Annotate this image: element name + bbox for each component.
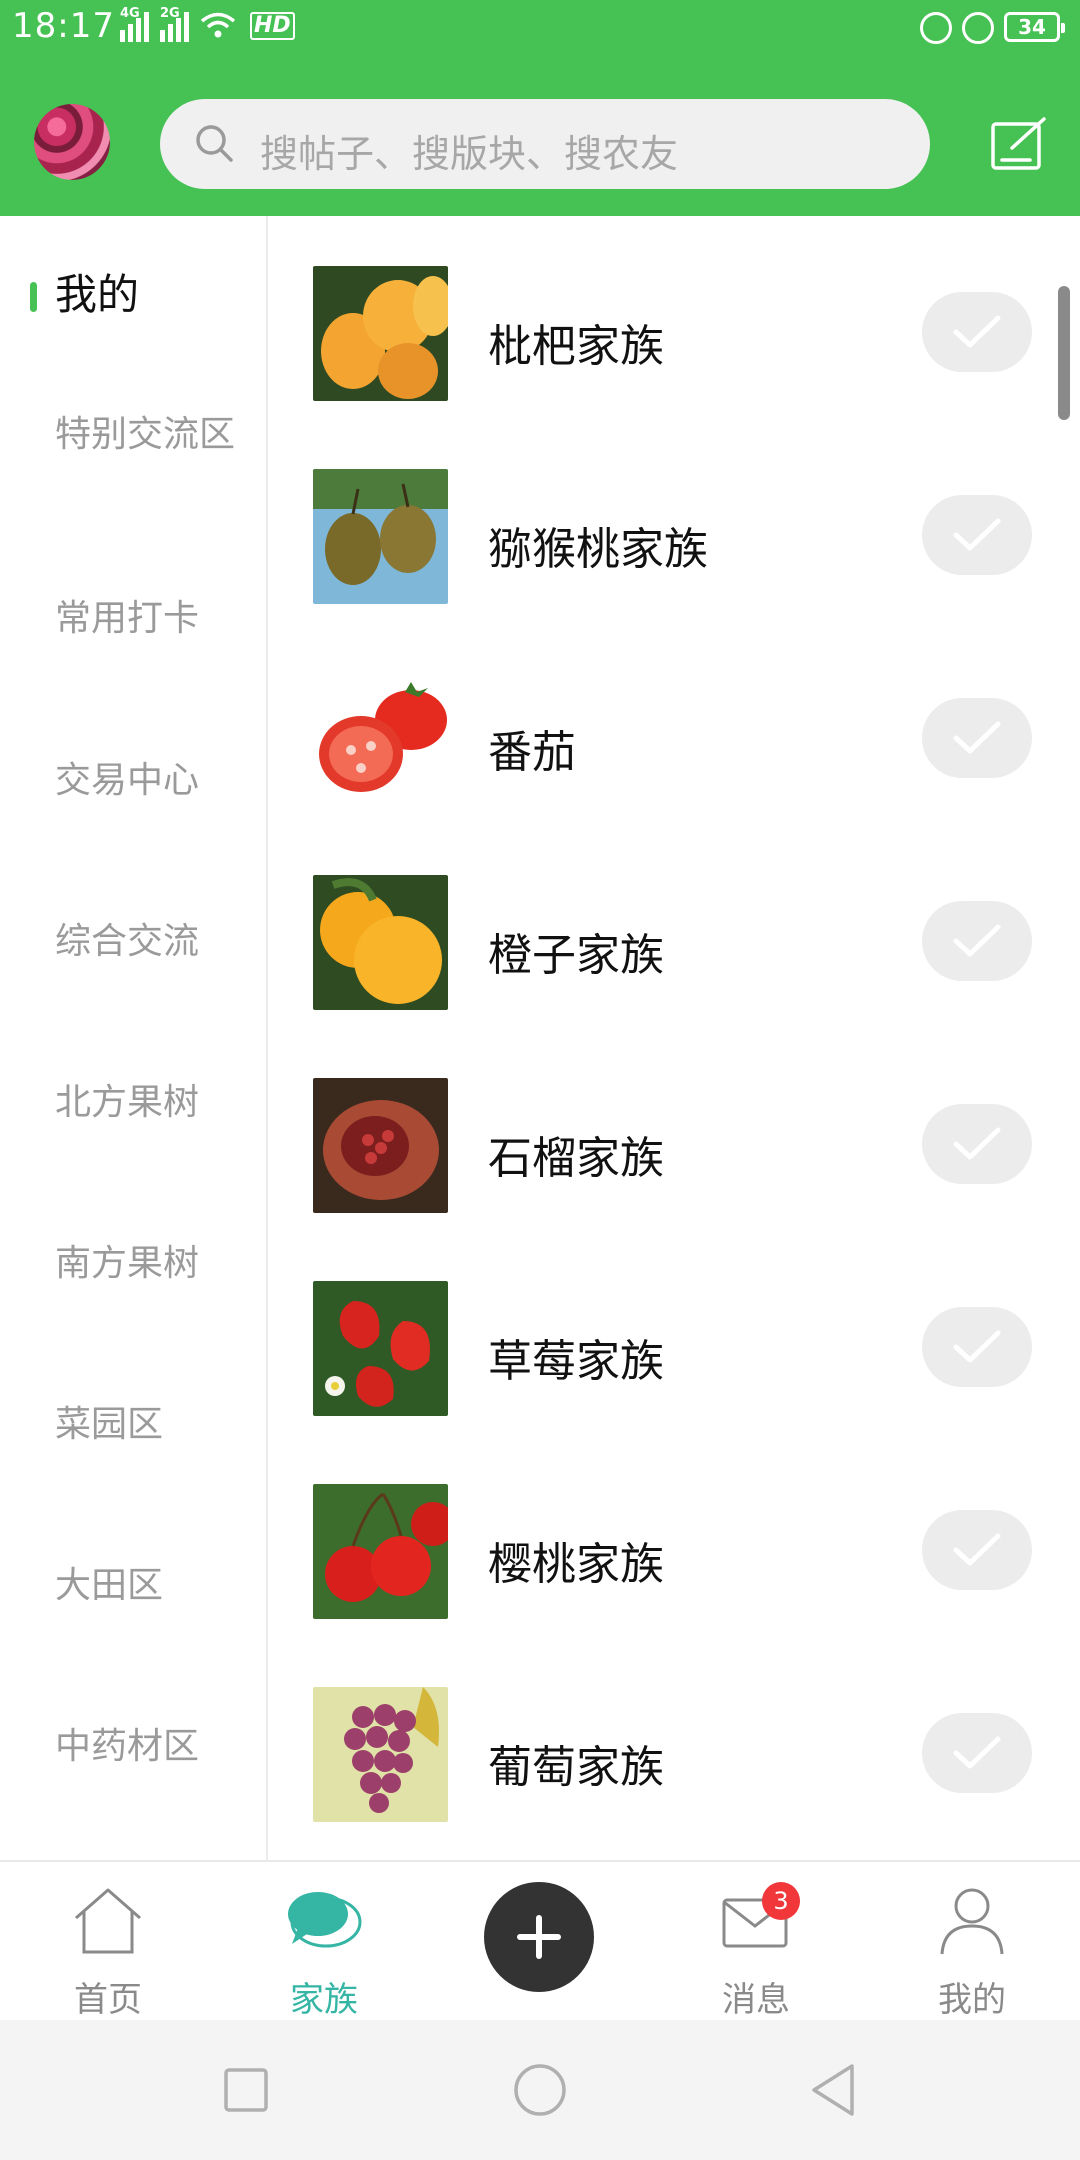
checkmark-icon [953, 315, 1001, 348]
orange-image [313, 875, 448, 1010]
follow-toggle[interactable] [922, 1104, 1032, 1184]
checkmark-icon [953, 721, 1001, 754]
category-item-special[interactable]: 特别交流区 [55, 412, 245, 458]
home-icon [75, 1888, 141, 1954]
nav-home[interactable]: 首页 [28, 1862, 188, 2022]
home-circle-icon[interactable] [510, 2060, 570, 2120]
lock-rotation-icon [920, 12, 952, 44]
signal-icon-2 [160, 10, 189, 42]
family-row[interactable]: 草莓家族 [270, 1281, 1070, 1484]
category-item-general[interactable]: 综合交流 [55, 919, 245, 965]
back-icon[interactable] [804, 2060, 864, 2120]
follow-toggle[interactable] [922, 901, 1032, 981]
family-name: 石榴家族 [488, 1133, 664, 1184]
category-item-mine[interactable]: 我的 [55, 272, 245, 318]
family-row[interactable]: 番茄 [270, 672, 1070, 875]
alarm-icon [962, 12, 994, 44]
checkmark-icon [953, 1127, 1001, 1160]
family-row[interactable]: 猕猴桃家族 [270, 469, 1070, 672]
cherry-image [313, 1484, 448, 1619]
family-name: 樱桃家族 [488, 1539, 664, 1590]
messages-badge: 3 [762, 1882, 800, 1920]
loquat-image [313, 266, 448, 401]
follow-toggle[interactable] [922, 1510, 1032, 1590]
family-row[interactable]: 樱桃家族 [270, 1484, 1070, 1687]
checkmark-icon [953, 1736, 1001, 1769]
family-name: 猕猴桃家族 [488, 524, 708, 575]
follow-toggle[interactable] [922, 495, 1032, 575]
nav-messages-label: 消息 [722, 1980, 790, 2020]
system-nav-bar [0, 2020, 1080, 2160]
active-category-indicator [30, 282, 37, 312]
checkmark-icon [953, 1330, 1001, 1363]
grape-image [313, 1687, 448, 1822]
status-bar: 18:17 4G 2G HD 34 [0, 0, 1080, 58]
status-time: 18:17 [12, 6, 115, 46]
tomato-image [313, 672, 448, 807]
follow-toggle[interactable] [922, 292, 1032, 372]
category-item-south-fruit[interactable]: 南方果树 [55, 1241, 245, 1287]
category-item-north-fruit[interactable]: 北方果树 [55, 1080, 245, 1126]
family-name: 草莓家族 [488, 1336, 664, 1387]
top-header: 18:17 4G 2G HD 34 搜帖子、搜版块、搜农友 [0, 0, 1080, 216]
nav-me-label: 我的 [938, 1980, 1006, 2020]
category-item-checkin[interactable]: 常用打卡 [55, 596, 245, 642]
nav-family[interactable]: 家族 [244, 1862, 404, 2022]
category-item-herbs[interactable]: 中药材区 [55, 1724, 245, 1770]
hd-voice-icon: HD [250, 12, 295, 40]
category-item-trade[interactable]: 交易中心 [55, 758, 245, 804]
bottom-nav: 首页 家族 消息 3 我的 [0, 1860, 1080, 2020]
follow-toggle[interactable] [922, 1307, 1032, 1387]
chat-bubbles-icon [288, 1892, 362, 1948]
user-icon [940, 1888, 1004, 1955]
family-list: 枇杷家族 猕猴桃家族 番茄 橙子家族 石榴家族 草莓家族 樱桃家族 葡萄家族 [270, 216, 1080, 1860]
category-sidebar: 我的 特别交流区 常用打卡 交易中心 综合交流 北方果树 南方果树 菜园区 大田… [0, 216, 268, 1860]
add-post-button[interactable] [484, 1882, 594, 1992]
family-row[interactable]: 葡萄家族 [270, 1687, 1070, 1860]
nav-messages[interactable]: 消息 [676, 1862, 836, 2022]
checkmark-icon [953, 518, 1001, 551]
recent-apps-icon[interactable] [216, 2060, 276, 2120]
nav-family-label: 家族 [290, 1980, 358, 2020]
nav-me[interactable]: 我的 [892, 1862, 1052, 2022]
search-icon [196, 125, 233, 162]
checkmark-icon [953, 1533, 1001, 1566]
family-name: 葡萄家族 [488, 1742, 664, 1793]
search-input[interactable]: 搜帖子、搜版块、搜农友 [160, 99, 930, 189]
wifi-icon [200, 12, 236, 38]
family-name: 枇杷家族 [488, 321, 664, 372]
pomegranate-image [313, 1078, 448, 1213]
family-name: 番茄 [488, 727, 576, 778]
nav-home-label: 首页 [74, 1980, 142, 2020]
search-placeholder: 搜帖子、搜版块、搜农友 [260, 132, 679, 176]
family-row[interactable]: 枇杷家族 [270, 266, 1070, 469]
follow-toggle[interactable] [922, 1713, 1032, 1793]
signal-icon-1 [120, 10, 149, 42]
family-row[interactable]: 橙子家族 [270, 875, 1070, 1078]
category-item-vegetable[interactable]: 菜园区 [55, 1402, 245, 1448]
checkmark-icon [953, 924, 1001, 957]
strawberry-image [313, 1281, 448, 1416]
avatar[interactable] [34, 104, 110, 180]
kiwi-image [313, 469, 448, 604]
family-name: 橙子家族 [488, 930, 664, 981]
compose-icon[interactable] [990, 116, 1048, 172]
battery-icon: 34 [1004, 12, 1065, 42]
follow-toggle[interactable] [922, 698, 1032, 778]
family-row[interactable]: 石榴家族 [270, 1078, 1070, 1281]
category-item-field[interactable]: 大田区 [55, 1563, 245, 1609]
list-scrollbar[interactable] [1058, 286, 1070, 420]
